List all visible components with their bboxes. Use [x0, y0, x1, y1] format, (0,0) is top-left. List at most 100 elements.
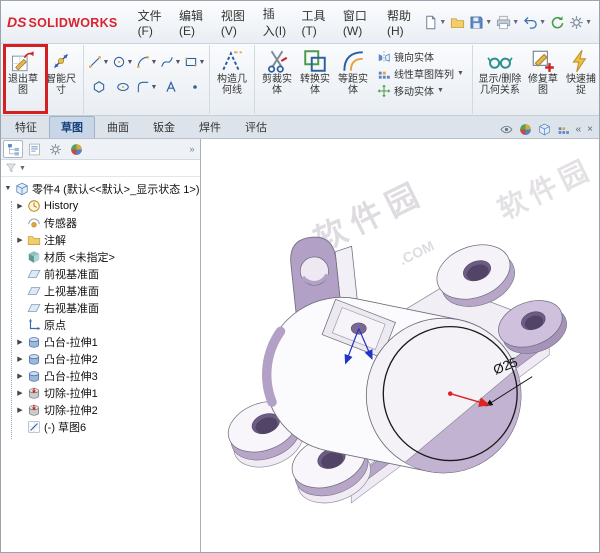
eye-icon[interactable] [500, 123, 513, 136]
close-icon[interactable]: × [587, 124, 593, 135]
tree-item-sketch6[interactable]: (-) 草图6 [1, 418, 200, 435]
convert-entities-icon [302, 48, 328, 74]
print-button[interactable]: ▼ [495, 14, 520, 31]
save-button[interactable]: ▼ [468, 14, 493, 31]
feature-tree-tab[interactable] [3, 140, 23, 158]
tab-evaluate[interactable]: 评估 [233, 116, 279, 138]
tab-sketch[interactable]: 草图 [49, 116, 95, 138]
chevron-down-icon[interactable]: ▼ [199, 59, 206, 66]
appearance-sphere-icon[interactable] [519, 123, 532, 136]
collapse-ribbon-button[interactable]: « [576, 124, 582, 135]
convert-entities-button[interactable]: 转换实体 [296, 46, 334, 96]
options-button[interactable]: ▼ [568, 14, 593, 31]
smart-dimension-button[interactable]: 智能尺寸 [42, 46, 80, 96]
spline-icon [160, 55, 174, 69]
expand-arrow-icon[interactable]: ▶ [16, 406, 24, 414]
view-cube-icon[interactable] [538, 123, 551, 136]
expand-arrow-icon[interactable]: ▼ [4, 185, 12, 192]
tree-item-cut-extrude2[interactable]: ▶ 切除-拉伸2 [1, 401, 200, 418]
chevron-down-icon[interactable]: ▼ [127, 59, 134, 66]
expand-arrow-icon[interactable]: ▶ [16, 389, 24, 397]
chevron-down-icon[interactable]: ▼ [457, 70, 464, 77]
tree-item-right-plane[interactable]: 右视基准面 [1, 299, 200, 316]
arc-tool-button[interactable]: ▼ [135, 55, 158, 69]
line-tool-button[interactable]: ▼ [87, 55, 110, 69]
fillet-tool-button[interactable]: ▼ [135, 80, 158, 94]
offset-entities-button[interactable]: 等距实体 [334, 46, 372, 96]
construction-geometry-button[interactable]: 构造几何线 [213, 46, 251, 96]
tree-item-sensors[interactable]: 传感器 [1, 214, 200, 231]
chevron-down-icon[interactable]: ▼ [151, 59, 158, 66]
tree-item-material[interactable]: 材质 <未指定> [1, 248, 200, 265]
menu-help[interactable]: 帮助(H) [380, 3, 421, 42]
linear-sketch-pattern-button[interactable]: 线性草图阵列 ▼ [375, 65, 466, 82]
new-document-button[interactable]: ▼ [422, 14, 447, 31]
solidworks-window: DS SOLIDWORKS 文件(F) 编辑(E) 视图(V) 插入(I) 工具… [0, 0, 600, 553]
ellipse-tool-button[interactable] [111, 80, 134, 94]
model-canvas[interactable]: 软件园 .COM 软件园 Ø25 [201, 139, 600, 552]
chevron-down-icon[interactable]: ▼ [103, 59, 110, 66]
chevron-down-icon[interactable]: ▼ [437, 87, 444, 94]
chevron-down-icon[interactable]: ▼ [512, 19, 519, 26]
tree-item-boss-extrude3[interactable]: ▶ 凸台-拉伸3 [1, 367, 200, 384]
chevron-down-icon[interactable]: ▼ [151, 84, 158, 91]
tab-features[interactable]: 特征 [3, 116, 49, 138]
undo-button[interactable]: ▼ [522, 14, 547, 31]
chevron-down-icon[interactable]: ▼ [175, 59, 182, 66]
tab-surfaces[interactable]: 曲面 [95, 116, 141, 138]
panel-chevron[interactable]: » [189, 144, 197, 154]
property-manager-tab[interactable] [24, 140, 44, 158]
tree-item-boss-extrude1[interactable]: ▶ 凸台-拉伸1 [1, 333, 200, 350]
expand-arrow-icon[interactable]: ▶ [16, 338, 24, 346]
tree-root-item[interactable]: ▼ 零件4 (默认<<默认>_显示状态 1>) [1, 180, 200, 197]
menu-tools[interactable]: 工具(T) [294, 3, 334, 42]
tree-item-history[interactable]: ▶ History [1, 197, 200, 214]
tree-item-boss-extrude2[interactable]: ▶ 凸台-拉伸2 [1, 350, 200, 367]
repair-sketch-button[interactable]: 修复草图 [524, 46, 562, 96]
rebuild-button[interactable] [549, 14, 566, 31]
ellipse-icon [116, 80, 130, 94]
material-icon [27, 250, 41, 264]
quick-snaps-button[interactable]: 快速捕捉 [562, 46, 600, 96]
mirror-entities-button[interactable]: 镜向实体 [375, 48, 466, 65]
trim-entities-button[interactable]: 剪裁实体 [258, 46, 296, 96]
text-tool-button[interactable] [159, 80, 182, 94]
spline-tool-button[interactable]: ▼ [159, 55, 182, 69]
menu-file[interactable]: 文件(F) [131, 3, 171, 42]
tree-item-cut-extrude1[interactable]: ▶ 切除-拉伸1 [1, 384, 200, 401]
exit-sketch-button[interactable]: 退出草图 [4, 46, 42, 96]
relations-icon [487, 48, 513, 74]
display-manager-tab[interactable] [66, 140, 86, 158]
chevron-down-icon[interactable]: ▼ [439, 19, 446, 26]
display-delete-relations-button[interactable]: 显示/删除几何关系 [476, 46, 524, 96]
circle-tool-button[interactable]: ▼ [111, 55, 134, 69]
filter-funnel-icon[interactable] [5, 162, 17, 174]
chevron-down-icon[interactable]: ▼ [539, 19, 546, 26]
chevron-down-icon[interactable]: ▼ [485, 19, 492, 26]
tree-item-annotations[interactable]: ▶ 注解 [1, 231, 200, 248]
chevron-down-icon[interactable]: ▼ [585, 19, 592, 26]
polygon-tool-button[interactable] [87, 80, 110, 94]
menu-window[interactable]: 窗口(W) [336, 3, 379, 42]
menu-view[interactable]: 视图(V) [214, 3, 255, 42]
configuration-manager-tab[interactable] [45, 140, 65, 158]
tree-item-front-plane[interactable]: 前视基准面 [1, 265, 200, 282]
filter-caret[interactable]: ▼ [19, 165, 26, 172]
expand-arrow-icon[interactable]: ▶ [16, 202, 24, 210]
graphics-viewport[interactable]: 软件园 .COM 软件园 Ø25 [200, 139, 600, 552]
rectangle-tool-button[interactable]: ▼ [183, 55, 206, 69]
display-grid-icon[interactable] [557, 123, 570, 136]
tree-item-top-plane[interactable]: 上视基准面 [1, 282, 200, 299]
menu-edit[interactable]: 编辑(E) [172, 3, 213, 42]
boss-extrude-icon [27, 369, 41, 383]
tab-weldments[interactable]: 焊件 [187, 116, 233, 138]
menu-insert[interactable]: 插入(I) [256, 1, 294, 43]
point-tool-button[interactable] [183, 80, 206, 94]
expand-arrow-icon[interactable]: ▶ [16, 355, 24, 363]
expand-arrow-icon[interactable]: ▶ [16, 372, 24, 380]
move-entities-button[interactable]: 移动实体 ▼ [375, 82, 466, 99]
tab-sheet-metal[interactable]: 钣金 [141, 116, 187, 138]
expand-arrow-icon[interactable]: ▶ [16, 236, 24, 244]
tree-item-origin[interactable]: 原点 [1, 316, 200, 333]
open-button[interactable] [449, 14, 466, 31]
